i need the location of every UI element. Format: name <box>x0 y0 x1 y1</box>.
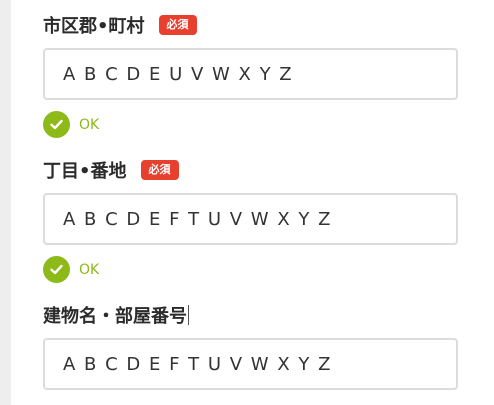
street-input[interactable]: A B C D E F T U V W X Y Z <box>43 193 458 245</box>
check-circle-icon <box>43 111 70 138</box>
street-validation-status: OK <box>43 256 458 283</box>
building-label-row: 建物名・部屋番号 <box>43 302 458 328</box>
building-input-value: A B C D E F T U V W X Y Z <box>63 353 332 375</box>
street-label: 丁目•番地 <box>43 161 127 182</box>
city-label: 市区郡•町村 <box>43 16 145 37</box>
city-label-row: 市区郡•町村 必須 <box>43 12 458 38</box>
building-label: 建物名・部屋番号 <box>43 306 187 327</box>
check-circle-icon <box>43 256 70 283</box>
city-input[interactable]: A B C D E U V W X Y Z <box>43 48 458 100</box>
city-field-group: 市区郡•町村 必須 A B C D E U V W X Y Z OK <box>43 12 458 138</box>
building-input[interactable]: A B C D E F T U V W X Y Z <box>43 338 458 390</box>
street-input-value: A B C D E F T U V W X Y Z <box>63 208 332 230</box>
left-border-rule <box>0 0 11 405</box>
street-field-group: 丁目•番地 必須 A B C D E F T U V W X Y Z OK <box>43 157 458 283</box>
text-cursor <box>188 305 189 325</box>
required-badge: 必須 <box>158 15 197 35</box>
city-status-text: OK <box>79 116 100 133</box>
required-badge: 必須 <box>140 160 179 180</box>
street-status-text: OK <box>79 261 100 278</box>
city-input-value: A B C D E U V W X Y Z <box>63 63 294 85</box>
street-label-row: 丁目•番地 必須 <box>43 157 458 183</box>
building-field-group: 建物名・部屋番号 A B C D E F T U V W X Y Z <box>43 302 458 390</box>
city-validation-status: OK <box>43 111 458 138</box>
